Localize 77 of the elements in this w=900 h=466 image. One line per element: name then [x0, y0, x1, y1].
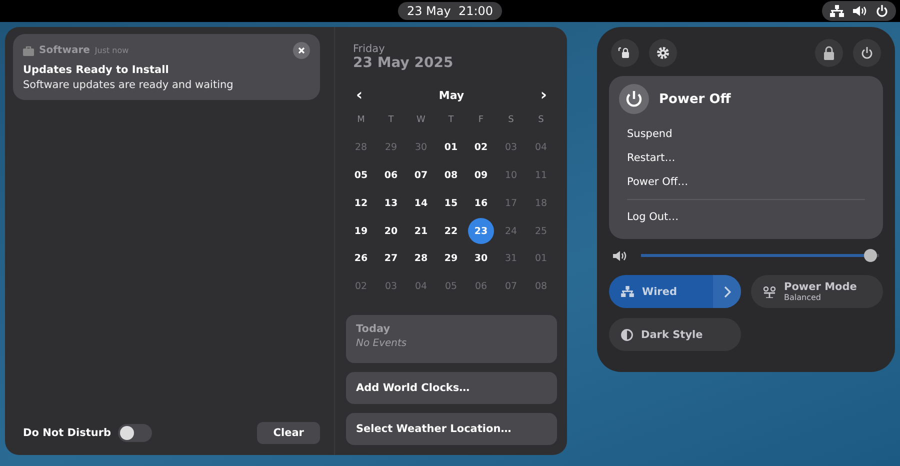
- calendar-day[interactable]: 20: [378, 218, 404, 244]
- notification-card[interactable]: Software Just now Updates Ready to Install Software updates are ready and waiting: [13, 34, 320, 100]
- toggle-label: Dark Style: [641, 328, 704, 340]
- quick-toggle[interactable]: Wired: [609, 275, 741, 308]
- weather-button[interactable]: Select Weather Location…: [346, 413, 557, 445]
- calendar-day[interactable]: 19: [348, 218, 374, 244]
- clear-button[interactable]: Clear: [257, 422, 320, 444]
- calendar-day[interactable]: 15: [438, 190, 464, 216]
- calendar-day[interactable]: 29: [438, 246, 464, 272]
- calendar-day[interactable]: 27: [378, 246, 404, 272]
- calendar-day[interactable]: 07: [408, 162, 434, 188]
- notification-time: Just now: [94, 46, 129, 55]
- toggle-label: Wired: [642, 286, 678, 298]
- month-label: May: [438, 88, 464, 102]
- notification-body: Software updates are ready and waiting: [23, 79, 234, 91]
- calendar-day[interactable]: 13: [378, 190, 404, 216]
- weekday-label: Friday: [352, 43, 386, 55]
- notification-title: Updates Ready to Install: [23, 64, 170, 76]
- calendar-day[interactable]: 08: [438, 162, 464, 188]
- power-menu-item[interactable]: Restart…: [619, 146, 865, 170]
- power-icon: [861, 47, 873, 59]
- calendar-day[interactable]: 26: [348, 246, 374, 272]
- network-icon: [830, 5, 844, 17]
- clock-button[interactable]: 23 May 21:00: [398, 2, 502, 20]
- weekday-header: T: [447, 114, 455, 127]
- weekday-header: T: [387, 114, 395, 127]
- calendar-day[interactable]: 28: [408, 246, 434, 272]
- calendar-day[interactable]: 22: [438, 218, 464, 244]
- calendar-day[interactable]: 16: [468, 190, 494, 216]
- notification-app: Software: [39, 45, 90, 56]
- calendar-day[interactable]: 23: [468, 218, 494, 244]
- no-events-text: No Events: [356, 338, 408, 349]
- weekday-header: S: [537, 114, 545, 127]
- power-button[interactable]: [853, 39, 881, 67]
- settings-button[interactable]: [649, 39, 677, 67]
- weekday-header: W: [416, 114, 426, 127]
- calendar-day[interactable]: 01: [438, 134, 464, 161]
- lock-icon: [823, 46, 835, 60]
- system-tray[interactable]: [822, 1, 896, 21]
- quick-toggle[interactable]: Dark Style: [609, 318, 741, 351]
- power-menu-item[interactable]: Suspend: [619, 122, 865, 146]
- power-icon: [876, 5, 888, 17]
- power-menu-item[interactable]: Log Out…: [619, 205, 865, 229]
- power-icon: [619, 84, 649, 114]
- power-menu-title: Power Off: [659, 92, 731, 106]
- weekday-header: S: [507, 114, 515, 127]
- lock-button[interactable]: [815, 39, 843, 67]
- calendar-day[interactable]: 02: [468, 134, 494, 161]
- events-title: Today: [356, 323, 392, 335]
- toggle-label: Power Mode: [784, 281, 858, 293]
- power-mode-icon: [763, 286, 776, 298]
- calendar-day[interactable]: 12: [348, 190, 374, 216]
- network-icon: [621, 286, 634, 297]
- weekday-header: M: [356, 114, 366, 127]
- bag-icon: [23, 46, 34, 56]
- volume-icon: [613, 250, 627, 262]
- calendar-day[interactable]: 05: [348, 162, 374, 188]
- world-clocks-button[interactable]: Add World Clocks…: [346, 372, 557, 404]
- toggle-subtitle: Balanced: [784, 293, 822, 302]
- calendar-day[interactable]: 14: [408, 190, 434, 216]
- date-heading: 23 May 2025: [352, 55, 454, 71]
- power-menu-item[interactable]: Power Off…: [619, 170, 865, 194]
- half-circle-icon: [621, 328, 633, 340]
- next-month-button[interactable]: ›: [534, 87, 553, 103]
- settings-icon: [656, 46, 670, 60]
- previous-month-button[interactable]: ‹: [350, 87, 369, 103]
- weekday-header: F: [477, 114, 485, 127]
- screenshot-button[interactable]: [611, 39, 639, 67]
- quick-toggle[interactable]: Power Mode Balanced: [751, 275, 883, 308]
- calendar-day[interactable]: 09: [468, 162, 494, 188]
- calendar-day[interactable]: 30: [468, 246, 494, 272]
- do-not-disturb-switch[interactable]: [118, 424, 152, 442]
- close-icon[interactable]: [293, 42, 310, 59]
- do-not-disturb-label: Do Not Disturb: [23, 427, 112, 439]
- calendar-day[interactable]: 06: [378, 162, 404, 188]
- calendar-day[interactable]: 21: [408, 218, 434, 244]
- volume-icon: [853, 5, 867, 17]
